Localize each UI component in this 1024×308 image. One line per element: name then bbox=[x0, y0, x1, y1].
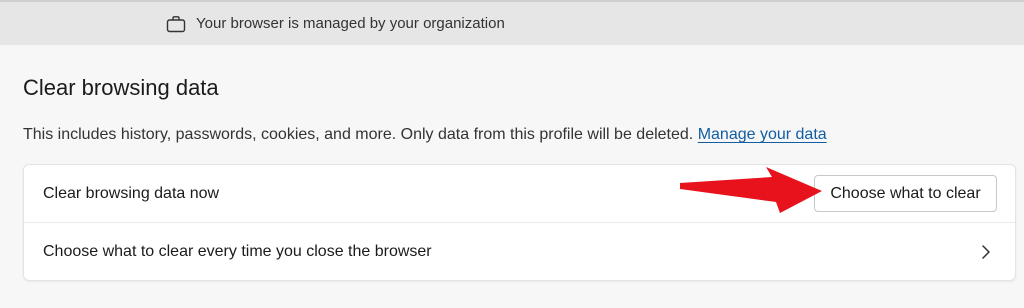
settings-page: Your browser is managed by your organiza… bbox=[0, 0, 1024, 308]
choose-what-to-clear-button[interactable]: Choose what to clear bbox=[814, 175, 997, 212]
clear-on-close-label: Choose what to clear every time you clos… bbox=[43, 243, 432, 260]
clear-on-close-row[interactable]: Choose what to clear every time you clos… bbox=[24, 223, 1015, 281]
chevron-right-icon bbox=[982, 245, 990, 259]
clear-now-label: Clear browsing data now bbox=[43, 185, 220, 202]
red-arrow-icon bbox=[680, 167, 822, 213]
clear-data-card: Clear browsing data now Choose what to c… bbox=[23, 164, 1016, 281]
section-description: This includes history, passwords, cookie… bbox=[23, 124, 827, 146]
managed-banner-text: Your browser is managed by your organiza… bbox=[196, 15, 505, 32]
managed-by-organization-banner: Your browser is managed by your organiza… bbox=[0, 0, 1024, 45]
clear-now-row: Clear browsing data now Choose what to c… bbox=[24, 165, 1015, 223]
page-title: Clear browsing data bbox=[23, 75, 219, 100]
manage-your-data-link[interactable]: Manage your data bbox=[698, 126, 827, 143]
description-text: This includes history, passwords, cookie… bbox=[23, 126, 694, 143]
briefcase-icon bbox=[166, 16, 186, 33]
